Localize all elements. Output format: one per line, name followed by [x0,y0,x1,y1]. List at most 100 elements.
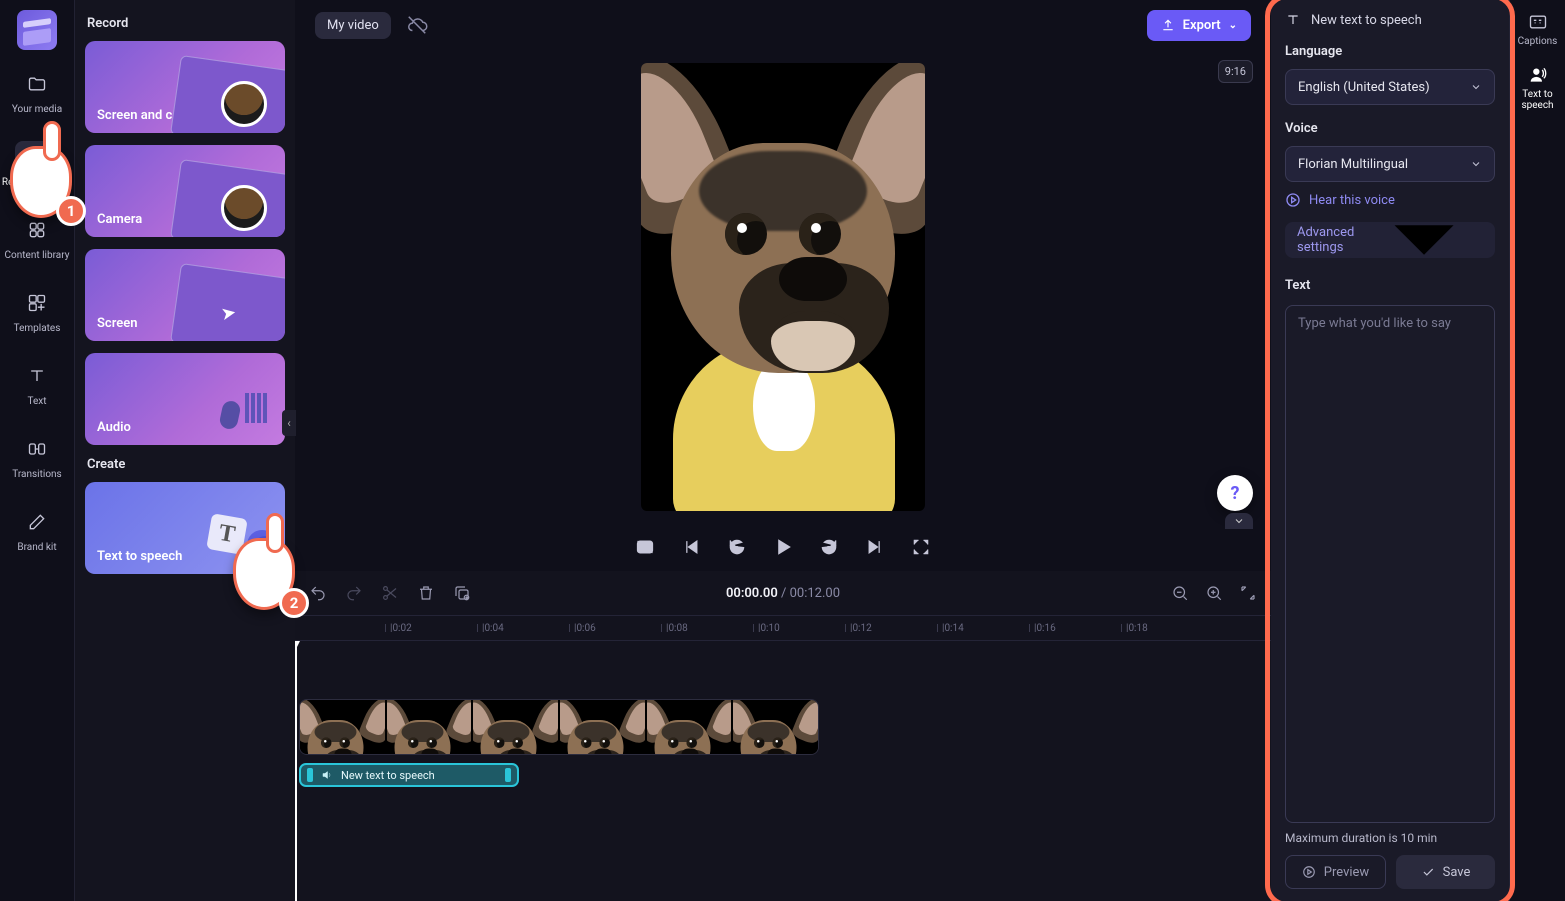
brand-kit-icon [15,506,59,538]
check-icon [1421,865,1435,879]
ruler-tick: |0:16 [1029,616,1056,640]
skip-start-button[interactable] [681,537,701,557]
duplicate-button[interactable] [451,582,473,604]
card-screen[interactable]: Screen ➤ [85,249,285,341]
tts-clip[interactable]: New text to speech [299,763,519,787]
preview-button[interactable]: Preview [1285,855,1386,889]
folder-icon [15,68,59,100]
export-button[interactable]: Export ⌄ [1147,10,1251,41]
collapse-panel-button[interactable]: ‹ [282,410,296,436]
captions-icon [1528,12,1548,32]
voice-label: Voice [1271,115,1509,142]
advanced-settings-toggle[interactable]: Advanced settings [1285,222,1495,258]
advanced-label: Advanced settings [1297,225,1365,255]
nav-record-create[interactable]: Record & create [0,133,74,196]
cloud-sync-off-icon[interactable] [405,13,429,37]
text-to-speech-tab[interactable]: Text to speech [1510,65,1565,111]
playback-controls: 5 5 [295,523,1271,571]
nav-brand-kit[interactable]: Brand kit [0,498,74,561]
tts-text-input[interactable] [1285,305,1495,823]
card-text-to-speech[interactable]: Text to speech [85,482,285,574]
captions-label: Captions [1518,36,1558,47]
voice-select[interactable]: Florian Multilingual [1285,146,1495,182]
project-name-input[interactable]: My video [315,12,391,39]
microphone-icon [215,383,265,433]
skip-end-button[interactable] [865,537,885,557]
split-button[interactable] [379,582,401,604]
speaker-icon [321,769,333,781]
right-nav-rail: Captions Text to speech [1509,0,1565,901]
forward-5-button[interactable]: 5 [819,537,839,557]
language-label: Language [1271,38,1509,65]
clip-label: New text to speech [341,769,435,782]
library-icon [15,214,59,246]
fit-timeline-button[interactable] [1237,582,1259,604]
chevron-down-icon [1470,81,1482,93]
aspect-ratio-selector[interactable]: 9:16 [1218,60,1253,83]
panel-header: New text to speech [1271,12,1509,38]
svg-text:5: 5 [827,544,831,552]
preview-area: 9:16 ? [295,50,1271,523]
zoom-out-button[interactable] [1169,582,1191,604]
card-camera[interactable]: Camera [85,145,285,237]
video-camera-icon [15,141,59,173]
nav-transitions[interactable]: Transitions [0,425,74,488]
video-clip[interactable] [299,699,819,755]
workspace: My video Export ⌄ 9:16 ? 5 5 [295,0,1271,901]
rewind-5-button[interactable]: 5 [727,537,747,557]
nav-templates[interactable]: Templates [0,279,74,342]
chevron-down-icon: ⌄ [1229,20,1237,31]
video-preview[interactable] [641,63,925,511]
card-screen-and-camera[interactable]: Screen and camera [85,41,285,133]
nav-text[interactable]: Text [0,352,74,415]
card-label: Screen [85,306,150,341]
timeline: 00:00.00 / 00:12.00 |0:02|0:04|0:06|0:08… [295,571,1271,901]
save-button[interactable]: Save [1396,855,1495,889]
text-to-speech-icon [205,506,275,566]
delete-button[interactable] [415,582,437,604]
export-label: Export [1183,18,1221,33]
nav-label: Your media [12,104,62,115]
zoom-in-button[interactable] [1203,582,1225,604]
fullscreen-button[interactable] [911,537,931,557]
clip-handle-right[interactable] [505,768,511,782]
app-logo [17,10,57,50]
ruler-tick: |0:08 [661,616,688,640]
card-label: Audio [85,410,143,445]
clip-handle-left[interactable] [307,768,313,782]
ruler-tick: |0:10 [753,616,780,640]
ruler-tick: |0:02 [385,616,412,640]
help-button[interactable]: ? [1217,475,1253,511]
section-title-create: Create [87,457,283,472]
tts-person-icon [1528,65,1548,85]
transitions-icon [15,433,59,465]
safe-zones-toggle[interactable] [635,537,655,557]
play-circle-icon [1285,192,1301,208]
card-label: Text to speech [85,539,194,574]
card-audio[interactable]: Audio [85,353,285,445]
text-icon [1285,12,1301,28]
timeline-ruler[interactable]: |0:02|0:04|0:06|0:08|0:10|0:12|0:14|0:16… [295,615,1271,641]
ruler-tick: |0:04 [477,616,504,640]
nav-your-media[interactable]: Your media [0,60,74,123]
text-label: Text [1271,272,1509,299]
timeline-tracks[interactable]: New text to speech [295,641,1271,901]
redo-button[interactable] [343,582,365,604]
play-button[interactable] [773,537,793,557]
tts-label: Text to speech [1510,89,1565,111]
toggle-timeline-button[interactable] [1225,513,1253,529]
captions-tab[interactable]: Captions [1518,12,1558,47]
tts-properties-panel: New text to speech Language English (Uni… [1271,0,1509,901]
language-select[interactable]: English (United States) [1285,69,1495,105]
ruler-tick: |0:06 [569,616,596,640]
ruler-tick: |0:18 [1121,616,1148,640]
person-avatar-icon [221,185,267,231]
undo-button[interactable] [307,582,329,604]
nav-content-library[interactable]: Content library [0,206,74,269]
person-avatar-icon [221,81,267,127]
top-bar: My video Export ⌄ [295,0,1271,50]
playhead[interactable] [295,641,297,901]
save-label: Save [1443,865,1471,880]
upload-icon [1161,18,1175,32]
nav-label: Brand kit [17,542,56,553]
